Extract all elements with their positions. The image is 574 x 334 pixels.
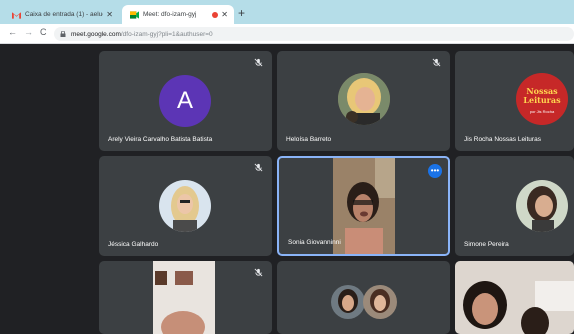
participant-video bbox=[455, 261, 574, 334]
lock-icon bbox=[60, 31, 66, 37]
participant-video bbox=[153, 261, 215, 334]
participant-tile[interactable]: Nossas Leituras por Jis Rocha Jis Rocha … bbox=[455, 51, 574, 151]
close-tab-icon[interactable]: ✕ bbox=[221, 10, 228, 19]
participant-video bbox=[333, 158, 395, 254]
avatar bbox=[516, 180, 568, 232]
mic-off-icon bbox=[254, 58, 263, 67]
close-tab-icon[interactable]: ✕ bbox=[106, 10, 113, 19]
recording-icon bbox=[212, 11, 219, 18]
forward-icon[interactable]: → bbox=[24, 27, 33, 37]
participant-name: Jis Rocha Nossas Leituras bbox=[464, 136, 541, 143]
participant-tile-active[interactable]: ••• Sonia Giovanninni bbox=[277, 156, 450, 256]
participant-name: Sonia Giovanninni bbox=[288, 239, 341, 246]
browser-chrome: Caixa de entrada (1) - aelucasam ✕ Meet:… bbox=[0, 0, 574, 44]
tab-gmail[interactable]: Caixa de entrada (1) - aelucasam ✕ bbox=[4, 5, 119, 24]
tab-title: Meet: dfo-izam-gyj bbox=[143, 11, 197, 18]
participant-tile[interactable]: Heloísa Barreto bbox=[277, 51, 450, 151]
url-host: meet.google.com bbox=[71, 30, 121, 38]
participant-tile[interactable]: Jéssica Galhardo bbox=[99, 156, 272, 256]
back-icon[interactable]: ← bbox=[8, 27, 17, 37]
participant-tile[interactable]: A Arely Vieira Carvalho Batista Batista bbox=[99, 51, 272, 151]
avatar bbox=[159, 180, 211, 232]
more-options-button[interactable]: ••• bbox=[428, 164, 442, 178]
new-tab-button[interactable]: + bbox=[238, 7, 245, 19]
tab-bar: Caixa de entrada (1) - aelucasam ✕ Meet:… bbox=[0, 0, 574, 24]
url-field[interactable]: meet.google.com/dfo-izam-gyj?pli=1&authu… bbox=[54, 27, 574, 41]
participant-name: Arely Vieira Carvalho Batista Batista bbox=[108, 136, 213, 143]
reload-icon[interactable]: C bbox=[40, 27, 47, 37]
avatar bbox=[331, 285, 365, 319]
avatar bbox=[363, 285, 397, 319]
mic-off-icon bbox=[254, 268, 263, 277]
participant-tile[interactable] bbox=[277, 261, 450, 334]
participant-name: Heloísa Barreto bbox=[286, 136, 332, 143]
tab-meet[interactable]: Meet: dfo-izam-gyj ✕ bbox=[122, 5, 234, 24]
address-bar: ← → C meet.google.com/dfo-izam-gyj?pli=1… bbox=[0, 24, 574, 44]
mic-off-icon bbox=[254, 163, 263, 172]
avatar bbox=[338, 73, 390, 125]
tab-title: Caixa de entrada (1) - aelucasam bbox=[25, 11, 103, 18]
meet-icon bbox=[130, 10, 139, 19]
participant-tile[interactable] bbox=[455, 261, 574, 334]
logo-subtext: por Jis Rocha bbox=[529, 109, 555, 114]
participant-tile[interactable] bbox=[99, 261, 272, 334]
logo: Nossas Leituras por Jis Rocha bbox=[516, 73, 568, 125]
participant-name: Jéssica Galhardo bbox=[108, 241, 159, 248]
logo-text: Nossas Leituras bbox=[523, 86, 561, 105]
gmail-icon bbox=[12, 11, 21, 19]
participant-name: Simone Pereira bbox=[464, 241, 509, 248]
participant-tile[interactable]: Simone Pereira bbox=[455, 156, 574, 256]
url-path: /dfo-izam-gyj?pli=1&authuser=0 bbox=[120, 30, 213, 38]
avatar: A bbox=[159, 75, 211, 127]
mic-off-icon bbox=[432, 58, 441, 67]
